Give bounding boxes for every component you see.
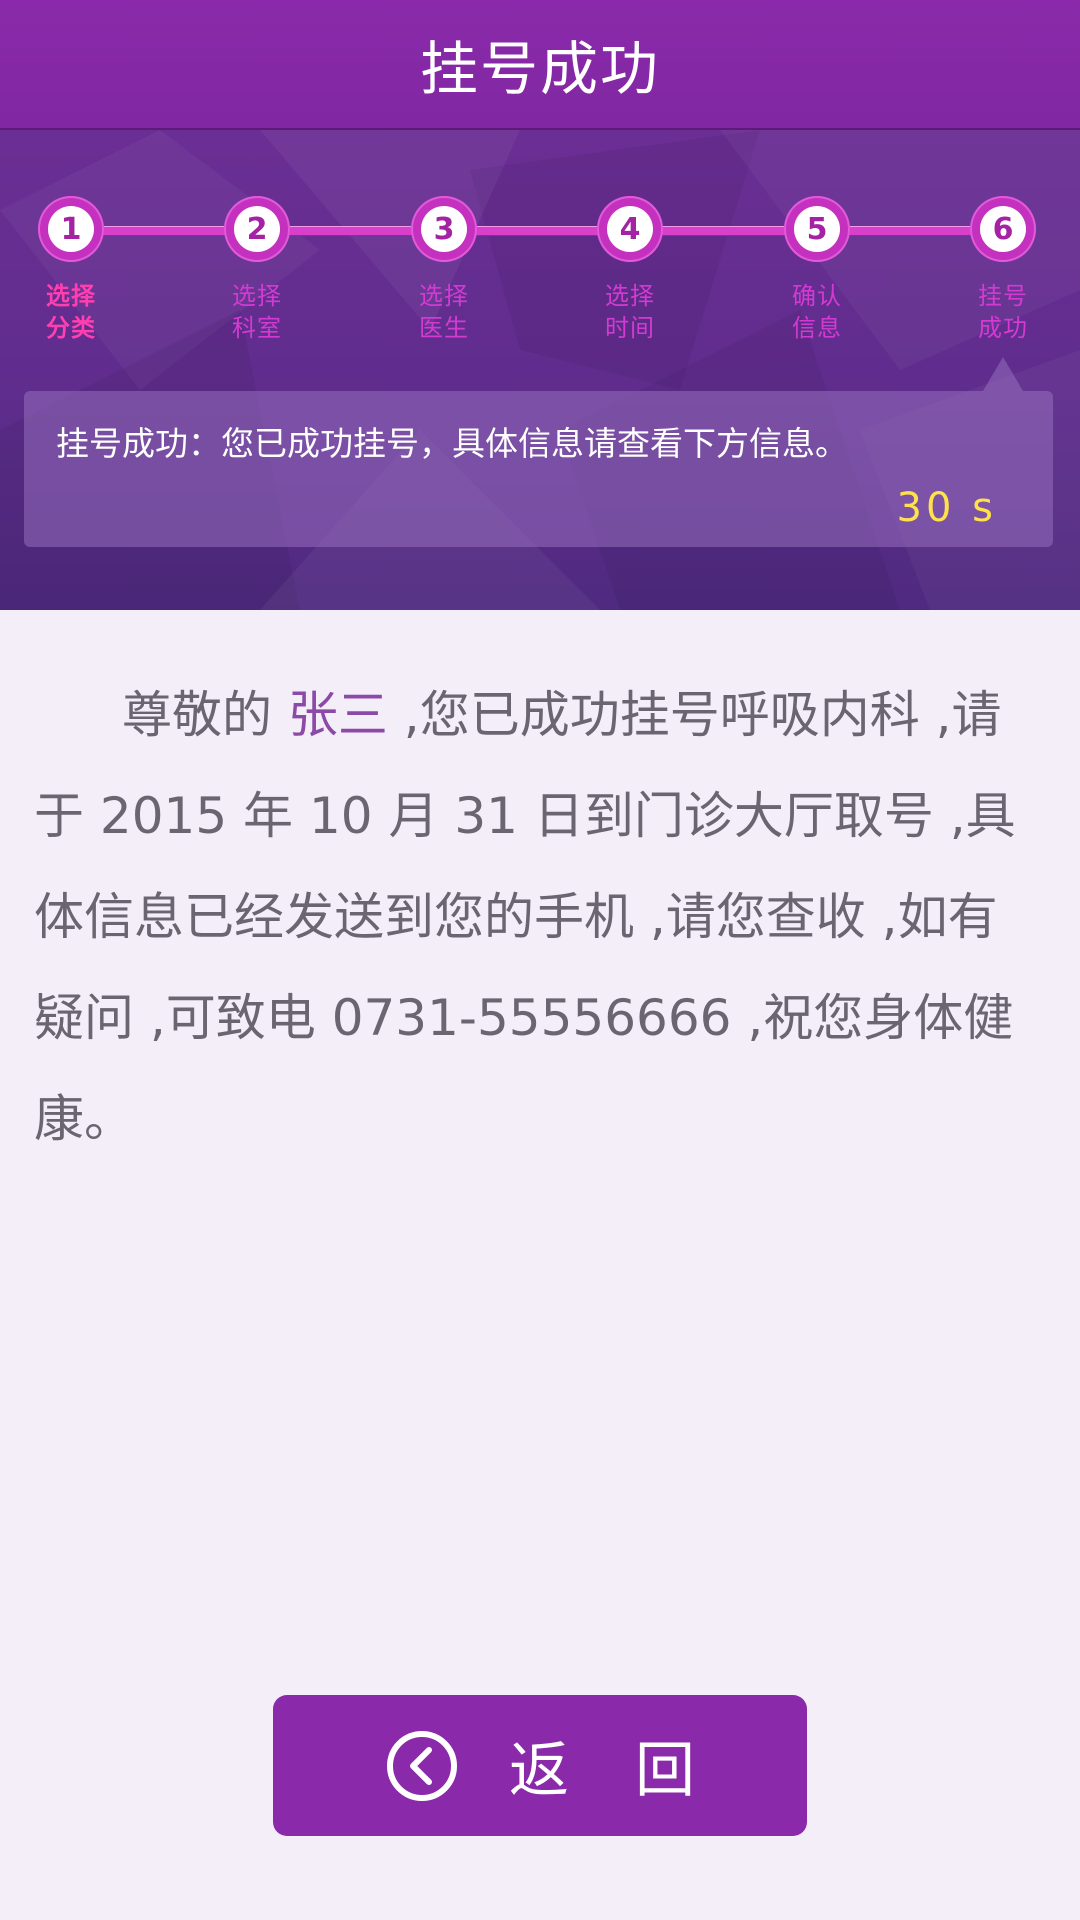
appointment-day: 31 — [454, 787, 518, 845]
step-2: 2 选择 科室 — [197, 196, 317, 344]
step-badge: 2 — [224, 196, 290, 262]
step-badge: 5 — [784, 196, 850, 262]
step-5: 5 确认 信息 — [757, 196, 877, 344]
step-label: 选择 分类 — [11, 280, 131, 344]
chevron-left-circle-icon — [387, 1730, 457, 1801]
countdown-timer: 30 s — [896, 485, 997, 531]
notice-text: 挂号成功：您已成功挂号，具体信息请查看下方信息。 — [56, 424, 848, 463]
step-label-line-1: 挂号 — [978, 282, 1028, 310]
step-label: 确认 信息 — [757, 280, 877, 344]
step-label-line-2: 信息 — [792, 314, 842, 342]
confirmation-message: 尊敬的 张三 ,您已成功挂号呼吸内科 ,请于 2015 年 10 月 31 日到… — [34, 665, 1034, 1170]
step-label-line-2: 时间 — [605, 314, 655, 342]
step-number: 5 — [794, 206, 840, 252]
step-label: 选择 医生 — [384, 280, 504, 344]
greeting: 尊敬的 — [122, 686, 288, 744]
step-label-line-2: 科室 — [232, 314, 282, 342]
step-label: 挂号 成功 — [943, 280, 1063, 344]
step-number: 1 — [48, 206, 94, 252]
step-label-line-2: 医生 — [419, 314, 469, 342]
step-label-line-1: 选择 — [46, 282, 96, 310]
step-label: 选择 科室 — [197, 280, 317, 344]
step-label-line-2: 成功 — [978, 314, 1028, 342]
step-3: 3 选择 医生 — [384, 196, 504, 344]
appointment-month: 10 — [308, 787, 373, 845]
back-button[interactable]: 返回 — [273, 1695, 807, 1836]
progress-banner: 1 选择 分类 2 选择 科室 3 选择 医生 4 选择 时间 5 确认 信息 … — [0, 130, 1080, 610]
step-1: 1 选择 分类 — [11, 196, 131, 344]
patient-name: 张三 — [287, 686, 388, 744]
step-number: 4 — [607, 206, 653, 252]
contact-phone: 0731-55556666 — [331, 989, 732, 1047]
app-header: 挂号成功 — [0, 0, 1080, 130]
message-text: 年 — [227, 787, 309, 845]
step-badge: 1 — [38, 196, 104, 262]
step-label: 选择 时间 — [570, 280, 690, 344]
message-text: 月 — [372, 787, 455, 845]
step-number: 3 — [421, 206, 467, 252]
back-button-label: 返回 — [509, 1736, 761, 1806]
step-number: 6 — [980, 206, 1026, 252]
page-title: 挂号成功 — [419, 35, 660, 103]
step-label-line-1: 选择 — [605, 282, 655, 310]
appointment-year: 2015 — [99, 787, 228, 845]
step-number: 2 — [234, 206, 280, 252]
step-label-line-2: 分类 — [46, 314, 96, 342]
step-badge: 6 — [970, 196, 1036, 262]
step-label-line-1: 确认 — [792, 282, 842, 310]
step-label-line-1: 选择 — [419, 282, 469, 310]
step-badge: 4 — [597, 196, 663, 262]
step-badge: 3 — [411, 196, 477, 262]
notice-pointer — [983, 357, 1023, 391]
step-4: 4 选择 时间 — [570, 196, 690, 344]
step-label-line-1: 选择 — [232, 282, 282, 310]
success-notice: 挂号成功：您已成功挂号，具体信息请查看下方信息。 30 s — [24, 357, 1053, 547]
step-6: 6 挂号 成功 — [943, 196, 1063, 344]
